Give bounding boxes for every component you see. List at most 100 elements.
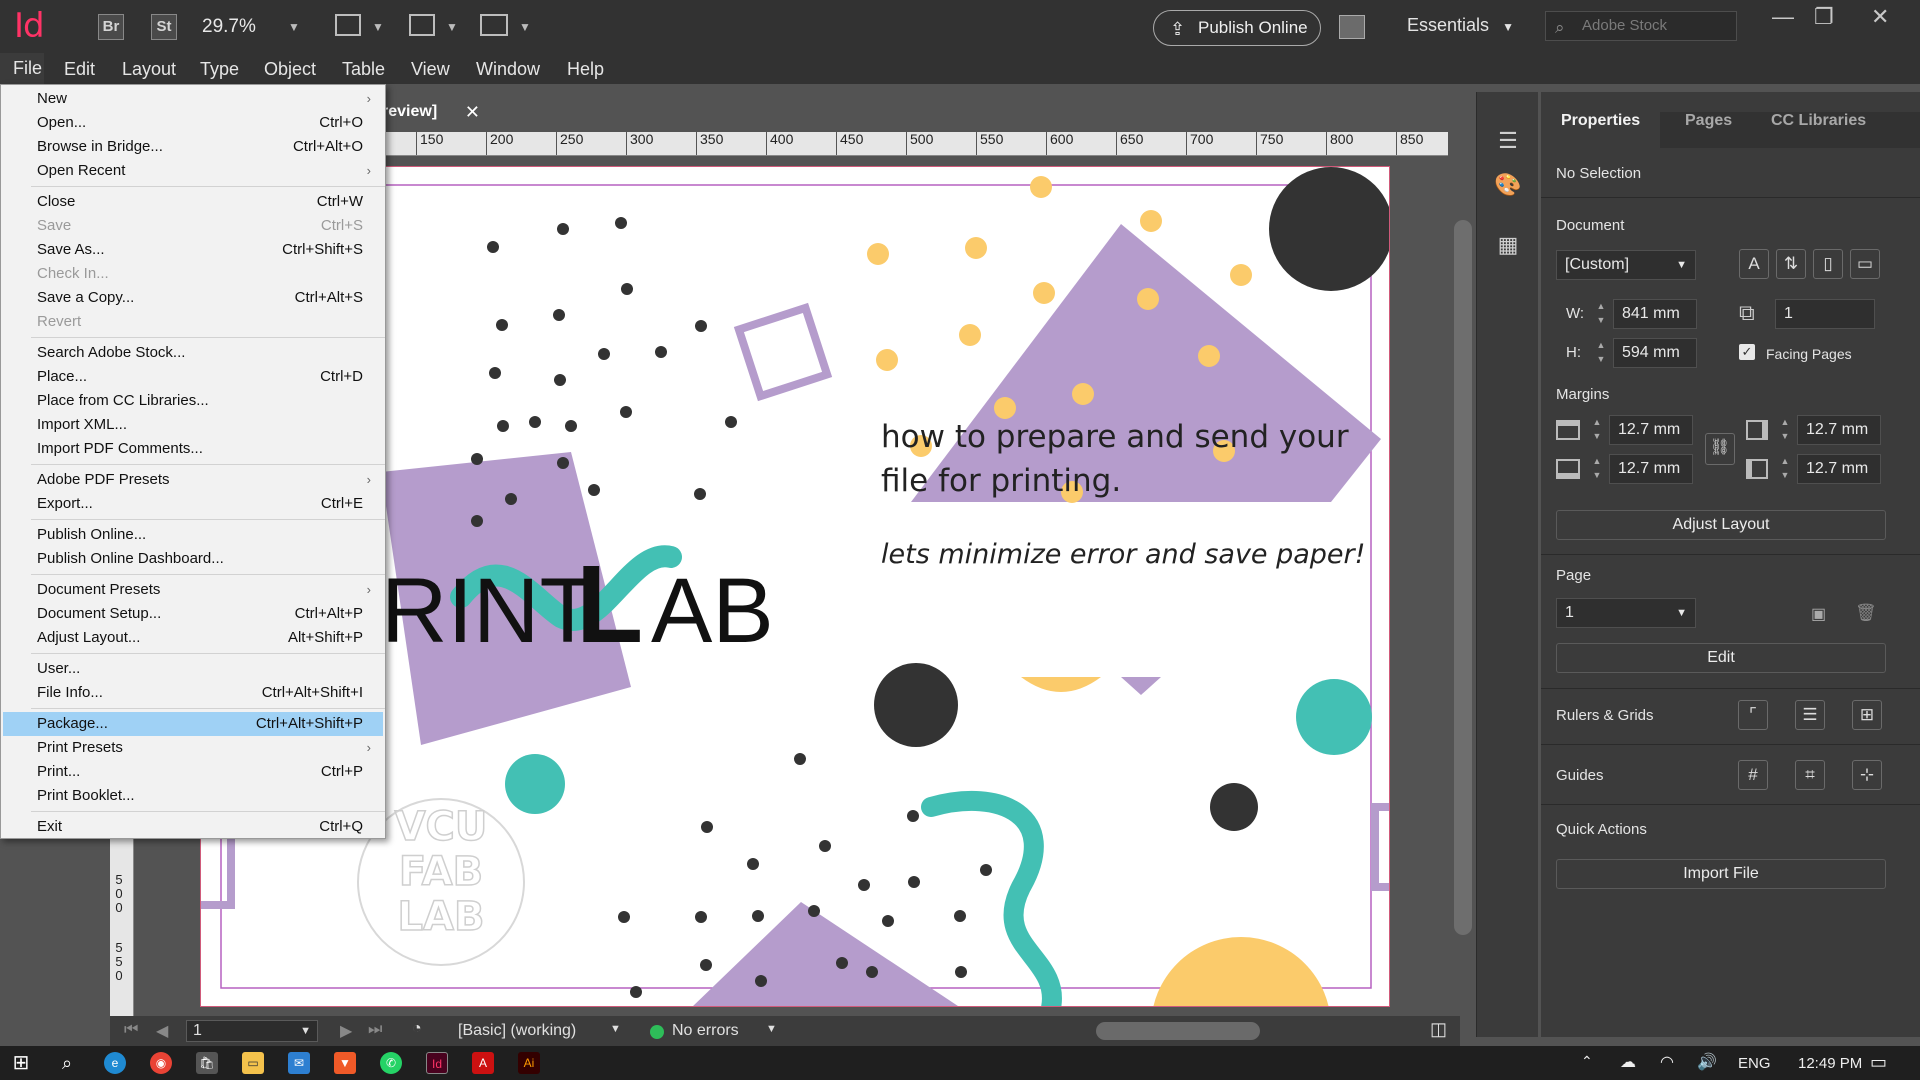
margin-left-field[interactable]: 12.7 mm xyxy=(1797,454,1881,484)
mail-icon[interactable]: ✉ xyxy=(288,1052,310,1074)
profile-chevron-icon[interactable]: ▼ xyxy=(610,1023,621,1035)
lock-guides-icon[interactable]: ⌗ xyxy=(1795,760,1825,790)
edit-page-button[interactable]: Edit xyxy=(1556,643,1886,673)
menu-item-open-recent[interactable]: Open Recent › xyxy=(3,159,383,183)
previous-page-icon[interactable]: ◀ xyxy=(156,1021,168,1041)
menu-item-open[interactable]: Open... Ctrl+O xyxy=(3,111,383,135)
adjust-layout-button[interactable]: Adjust Layout xyxy=(1556,510,1886,540)
layers-panel-icon[interactable]: ☰ xyxy=(1493,128,1523,154)
horizontal-ruler[interactable]: 150 200 250 300 350 400 450 500 550 600 … xyxy=(368,132,1448,156)
delete-page-icon[interactable]: 🗑 xyxy=(1855,603,1877,623)
store-icon[interactable]: 🛍 xyxy=(196,1052,218,1074)
minimize-icon[interactable]: — xyxy=(1772,4,1794,30)
menu-item-user[interactable]: User... xyxy=(3,657,383,681)
acrobat-icon[interactable]: A xyxy=(472,1052,494,1074)
new-page-icon[interactable]: ▣ xyxy=(1811,604,1826,624)
menu-item-file-info[interactable]: File Info... Ctrl+Alt+Shift+I xyxy=(3,681,383,705)
file-explorer-icon[interactable]: ▭ xyxy=(242,1052,264,1074)
menu-item-print-presets[interactable]: Print Presets › xyxy=(3,736,383,760)
notifications-icon[interactable]: ▭ xyxy=(1870,1052,1887,1073)
whatsapp-icon[interactable]: ✆ xyxy=(380,1052,402,1074)
split-window-icon[interactable]: ◫ xyxy=(1430,1019,1447,1040)
bridge-button[interactable]: Br xyxy=(98,14,124,40)
import-file-button[interactable]: Import File xyxy=(1556,859,1886,889)
margin-bottom-stepper-icon[interactable]: ▲ ▼ xyxy=(1586,454,1608,484)
document-preset-dropdown[interactable]: [Custom] ▼ xyxy=(1556,250,1696,280)
menu-item-import-pdf-comments[interactable]: Import PDF Comments... xyxy=(3,437,383,461)
height-stepper-icon[interactable]: ▲ ▼ xyxy=(1590,338,1612,368)
width-stepper-icon[interactable]: ▲ ▼ xyxy=(1590,299,1612,329)
menu-item-check-in[interactable]: Check In... xyxy=(3,262,383,286)
workspace-switcher[interactable]: Essentials ▼ xyxy=(1407,15,1514,36)
menu-item-place-from-cc-libraries[interactable]: Place from CC Libraries... xyxy=(3,389,383,413)
links-panel-icon[interactable]: ▦ xyxy=(1493,232,1523,258)
security-icon[interactable]: ☁ xyxy=(1620,1052,1636,1072)
indesign-taskbar-icon[interactable]: Id xyxy=(426,1052,448,1074)
menu-item-print[interactable]: Print... Ctrl+P xyxy=(3,760,383,784)
menu-item-print-booklet[interactable]: Print Booklet... xyxy=(3,784,383,808)
smart-guides-icon[interactable]: ⊹ xyxy=(1852,760,1882,790)
landscape-icon[interactable]: ▭ xyxy=(1850,249,1880,279)
menu-item-save-as[interactable]: Save As... Ctrl+Shift+S xyxy=(3,238,383,262)
show-rulers-icon[interactable]: ⌜ xyxy=(1738,700,1768,730)
menu-item-export[interactable]: Export... Ctrl+E xyxy=(3,492,383,516)
illustrator-icon[interactable]: Ai xyxy=(518,1052,540,1074)
language-indicator[interactable]: ENG xyxy=(1738,1055,1771,1072)
horizontal-scrollbar[interactable] xyxy=(1096,1022,1260,1040)
margin-left-stepper-icon[interactable]: ▲ ▼ xyxy=(1774,454,1796,484)
tab-pages[interactable]: Pages xyxy=(1665,112,1752,148)
menu-item-save-a-copy[interactable]: Save a Copy... Ctrl+Alt+S xyxy=(3,286,383,310)
zoom-chevron-icon[interactable]: ▼ xyxy=(288,20,300,34)
menu-item-search-adobe-stock[interactable]: Search Adobe Stock... xyxy=(3,341,383,365)
zoom-level[interactable]: 29.7% xyxy=(202,16,256,38)
facing-pages-checkbox[interactable]: ✓ xyxy=(1739,344,1755,360)
page-status-icon[interactable]: ◔ xyxy=(412,1020,422,1038)
arrange-documents-icon[interactable] xyxy=(480,14,508,36)
menu-help[interactable]: Help xyxy=(567,59,604,80)
screen-mode-icon[interactable] xyxy=(335,14,361,36)
menu-file[interactable]: File xyxy=(0,53,44,84)
arrange-chevron-icon[interactable]: ▼ xyxy=(519,20,531,34)
show-guides-icon[interactable]: # xyxy=(1738,760,1768,790)
tab-cc-libraries[interactable]: CC Libraries xyxy=(1751,112,1886,148)
link-margins-icon[interactable]: ⛓ xyxy=(1705,433,1735,465)
tab-properties[interactable]: Properties xyxy=(1541,112,1661,148)
document-grid-icon[interactable]: ⊞ xyxy=(1852,700,1882,730)
menu-item-adobe-pdf-presets[interactable]: Adobe PDF Presets › xyxy=(3,468,383,492)
page-number-field[interactable]: 1 ▼ xyxy=(186,1020,318,1042)
number-of-pages-field[interactable]: 1 xyxy=(1775,299,1875,329)
wifi-icon[interactable]: ◠ xyxy=(1660,1052,1674,1072)
publish-online-button[interactable]: ⇪ Publish Online xyxy=(1153,10,1321,46)
height-field[interactable]: 594 mm xyxy=(1613,338,1697,368)
portrait-icon[interactable]: ▯ xyxy=(1813,249,1843,279)
close-icon[interactable]: ✕ xyxy=(1871,4,1889,30)
menu-layout[interactable]: Layout xyxy=(122,59,176,80)
preflight-status[interactable]: No errors xyxy=(672,1022,739,1040)
menu-item-import-xml[interactable]: Import XML... xyxy=(3,413,383,437)
margin-top-field[interactable]: 12.7 mm xyxy=(1609,415,1693,445)
last-page-icon[interactable]: ⏭ xyxy=(368,1021,382,1039)
view-options-icon[interactable] xyxy=(409,14,435,36)
menu-window[interactable]: Window xyxy=(476,59,540,80)
text-direction-icon[interactable]: ⇅ xyxy=(1776,249,1806,279)
windows-start-icon[interactable]: ⊞ xyxy=(10,1052,32,1074)
margin-right-field[interactable]: 12.7 mm xyxy=(1797,415,1881,445)
menu-table[interactable]: Table xyxy=(342,59,385,80)
menu-edit[interactable]: Edit xyxy=(64,59,95,80)
screen-mode-chevron-icon[interactable]: ▼ xyxy=(372,20,384,34)
search-icon[interactable]: ⌕ xyxy=(56,1052,78,1074)
vertical-scrollbar[interactable] xyxy=(1454,220,1472,935)
page-dropdown[interactable]: 1 ▼ xyxy=(1556,598,1696,628)
menu-item-adjust-layout[interactable]: Adjust Layout... Alt+Shift+P xyxy=(3,626,383,650)
menu-type[interactable]: Type xyxy=(200,59,239,80)
menu-item-package[interactable]: Package... Ctrl+Alt+Shift+P xyxy=(3,712,383,736)
chrome-icon[interactable]: ◉ xyxy=(150,1052,172,1074)
margin-top-stepper-icon[interactable]: ▲ ▼ xyxy=(1586,415,1608,445)
menu-item-browse-in-bridge[interactable]: Browse in Bridge... Ctrl+Alt+O xyxy=(3,135,383,159)
volume-icon[interactable]: 🔊 xyxy=(1697,1052,1717,1072)
menu-item-new[interactable]: New › xyxy=(3,87,383,111)
stock-button[interactable]: St xyxy=(151,14,177,40)
menu-item-save[interactable]: Save Ctrl+S xyxy=(3,214,383,238)
baseline-grid-icon[interactable]: ☰ xyxy=(1795,700,1825,730)
view-chevron-icon[interactable]: ▼ xyxy=(446,20,458,34)
